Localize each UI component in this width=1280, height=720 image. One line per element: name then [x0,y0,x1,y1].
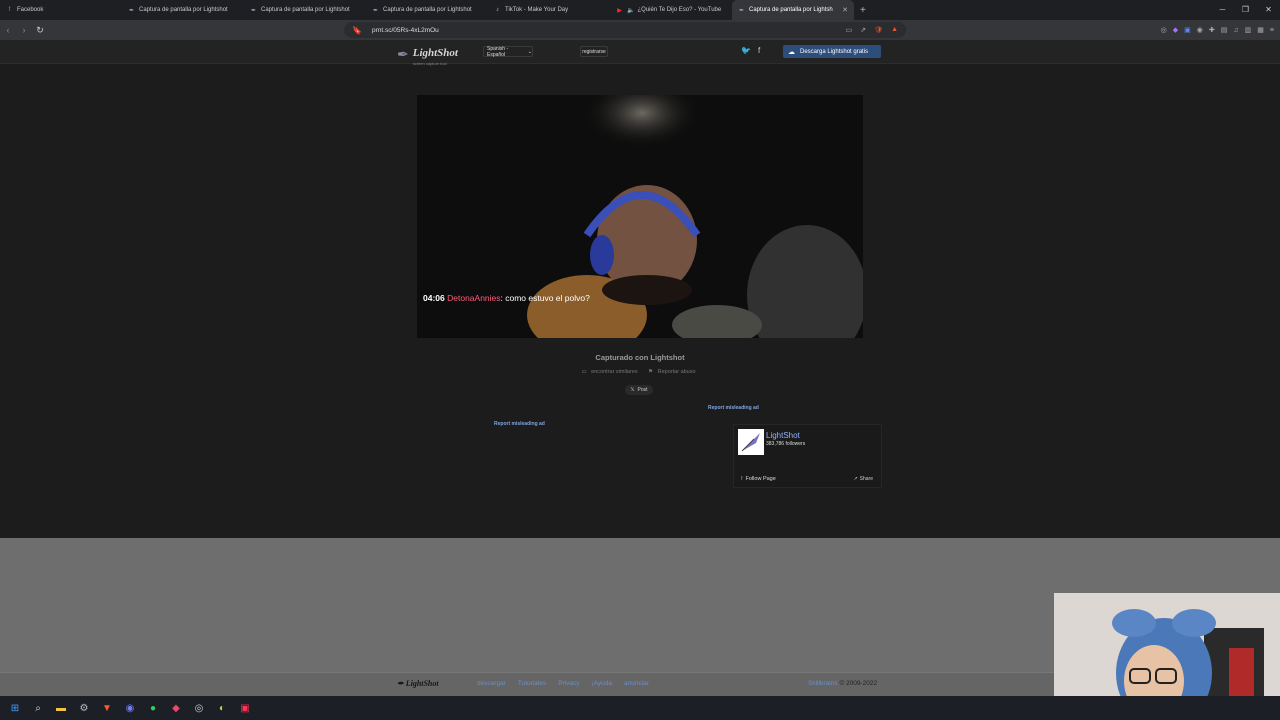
tab-lightshot-3[interactable]: ✒ Captura de pantalla por Lightshot [366,0,488,20]
browser-toolbar: ‹ › ↻ 🔖 prnt.sc/05Rs-4xL2mOu ▭ ⇗ 🛡 ▲ ◎ ◆… [0,20,1280,40]
report-abuse-link[interactable]: ⚑ Reportar abuso [648,369,698,375]
close-window-icon[interactable]: ✕ [1257,0,1280,20]
follow-page-button[interactable]: f Follow Page [741,476,776,482]
address-bar[interactable]: 🔖 prnt.sc/05Rs-4xL2mOu ▭ ⇗ 🛡 ▲ [344,22,906,38]
tab-tiktok[interactable]: ♪ TikTok - Make Your Day [488,0,610,20]
restore-icon[interactable]: ❐ [1234,0,1257,20]
extensions-bar: ◎ ◆ ▣ ◉ ✚ ▤ ♫ ▥ ▦ ≡ [1161,20,1274,40]
footer-link-download[interactable]: descargar [477,680,506,687]
language-select[interactable]: Spanish - Español ⌄ [483,46,533,58]
back-icon[interactable]: ‹ [0,25,16,35]
url-text[interactable]: prnt.sc/05Rs-4xL2mOu [372,27,439,34]
feather-icon: ✒ [372,7,379,14]
wallet-icon[interactable]: ▦ [1257,26,1264,34]
footer-link-tutorials[interactable]: Tutoriales [518,680,546,687]
music-icon[interactable]: ♫ [1233,27,1238,34]
spotify-icon[interactable]: ● [146,701,160,715]
file-explorer-icon[interactable]: ▬ [54,701,68,715]
image-actions: ▭ encontrar similares ⚑ Reportar abuso [0,369,1280,375]
feather-icon: ✒ [128,7,135,14]
tiktok-icon: ♪ [496,7,499,13]
footer-link-help[interactable]: ¡Ayuda [592,680,612,687]
download-button[interactable]: ☁ Descarga Lightshot gratis [783,45,881,58]
x-post-button[interactable]: 𝕏 Post [625,385,653,395]
share-icon: ↗ [853,476,858,482]
window-controls: ─ ❐ ✕ [1211,0,1280,20]
bookmark-icon[interactable]: 🔖 [352,26,362,35]
copyright: Skillbrains © 2009-2022 [808,680,878,687]
extension-icon[interactable]: ◎ [1161,26,1167,34]
tab-lightshot-1[interactable]: ✒ Captura de pantalla por Lightshot [122,0,244,20]
register-button[interactable]: registrarse [580,46,608,57]
app-icon[interactable]: ◆ [169,701,183,715]
footer-link-privacy[interactable]: Privacy [558,680,579,687]
obs-icon[interactable]: ◎ [192,701,206,715]
reload-icon[interactable]: ↻ [32,25,48,36]
speaker-icon: 🔈 [627,7,635,14]
menu-icon[interactable]: ≡ [1270,27,1274,34]
page-name[interactable]: LightShot [766,431,800,440]
split-view-icon[interactable]: ▥ [1245,26,1252,34]
app-icon[interactable]: ▣ [238,701,252,715]
share-button[interactable]: ↗ Share [853,476,873,482]
footer-links: descargar Tutoriales Privacy ¡Ayuda anun… [477,680,649,687]
app-icon[interactable]: ◐ [215,701,229,715]
social-links: 🐦 f [741,46,760,55]
windows-start-icon[interactable]: ⊞ [8,701,22,715]
followers-count: 383,786 followers [766,441,806,447]
screenshot-image: 04:06 DetonaAnnies: como estuvo el polvo… [417,95,863,338]
facebook-page-widget: LightShot 383,786 followers f Follow Page… [733,424,882,488]
cast-icon[interactable]: ▭ [846,26,853,34]
report-ad-link[interactable]: Report misleading ad [708,405,759,411]
discord-icon[interactable]: ◉ [123,701,137,715]
twitter-icon[interactable]: 🐦 [741,46,751,55]
facebook-icon[interactable]: f [758,46,760,55]
x-icon: 𝕏 [630,387,635,393]
feather-icon: ✒ [397,679,404,688]
feather-icon: ✒ [397,46,409,62]
report-ad-link[interactable]: Report misleading ad [494,421,545,427]
feather-icon: ✒ [250,7,257,14]
taskbar: ⊞ ⌕ ▬ ⚙ ▼ ◉ ● ◆ ◎ ◐ ▣ [0,696,1280,720]
facebook-icon: f [8,7,11,13]
new-tab-button[interactable]: + [854,5,872,16]
footer-logo[interactable]: ✒ LightShot [397,679,439,688]
search-icon[interactable]: ⌕ [31,701,45,715]
brave-shields-icon[interactable]: 🛡 [874,26,883,34]
browser-tabstrip: f Facebook ✒ Captura de pantalla por Light… [0,0,1280,20]
minimize-icon[interactable]: ─ [1211,0,1234,20]
tab-lightshot-2[interactable]: ✒ Captura de pantalla por Lightshot [244,0,366,20]
lightshot-logo[interactable]: ✒ LightShot screen capture tool [397,43,458,66]
brave-rewards-icon[interactable]: ▲ [891,26,898,34]
sidebar-icon[interactable]: ▤ [1221,26,1228,34]
tab-youtube[interactable]: ▶ 🔈 ¿Quién Te Dijo Eso? - YouTube [610,0,732,20]
extension-icon[interactable]: ▣ [1184,26,1191,34]
lightshot-header: ✒ LightShot screen capture tool Spanish … [0,40,1280,66]
find-similar-link[interactable]: ▭ encontrar similares [581,369,640,375]
youtube-icon: ▶ [617,7,622,14]
chevron-down-icon: ⌄ [527,48,532,55]
extension-icon[interactable]: ◆ [1173,26,1178,34]
brave-browser-icon[interactable]: ▼ [100,701,114,715]
captured-with-text: Capturado con Lightshot [595,353,685,362]
feather-icon [741,433,760,452]
forward-icon[interactable]: › [16,25,32,35]
chat-caption: 04:06 DetonaAnnies: como estuvo el polvo… [423,293,590,303]
footer-link-advertise[interactable]: anunciar [624,680,649,687]
feather-icon: ✒ [738,7,745,14]
settings-icon[interactable]: ⚙ [77,701,91,715]
download-icon: ☁ [788,48,795,56]
puzzle-icon[interactable]: ✚ [1209,26,1215,34]
facebook-icon: f [741,476,743,482]
share-icon[interactable]: ⇗ [860,26,866,34]
lightshot-avatar[interactable] [738,429,764,455]
close-icon[interactable]: ✕ [842,6,848,14]
tab-lightshot-active[interactable]: ✒ Captura de pantalla por Lightsh ✕ [732,0,854,20]
extension-icon[interactable]: ◉ [1197,26,1203,34]
tab-facebook[interactable]: f Facebook [0,0,122,20]
